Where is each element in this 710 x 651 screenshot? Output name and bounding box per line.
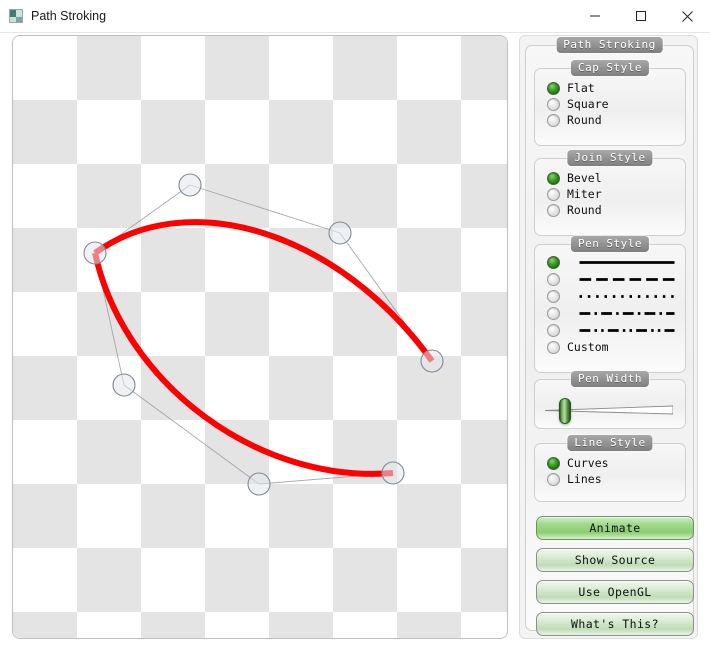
bezier-path-editor[interactable]	[13, 36, 507, 638]
button-use-opengl[interactable]: Use OpenGL	[536, 580, 694, 604]
app-icon	[9, 9, 23, 23]
radio-unchecked-icon	[547, 289, 560, 303]
radio-cap-style-round[interactable]: Round	[547, 112, 602, 128]
pen-pattern-solid	[579, 260, 675, 264]
radio-checked-icon	[547, 456, 560, 470]
button-label: Animate	[589, 521, 641, 535]
radio-pen-style-solid[interactable]	[547, 254, 687, 270]
pen-pattern-dash-dot-dot	[579, 328, 675, 332]
radio-label: Round	[567, 203, 602, 217]
bezier-curve	[92, 219, 435, 477]
group-pen-width: Pen Width	[534, 371, 686, 429]
radio-unchecked-icon	[547, 113, 560, 127]
group-title-pen-width: Pen Width	[570, 371, 650, 387]
radio-line-style-lines[interactable]: Lines	[547, 471, 602, 487]
stroked-path	[92, 219, 435, 477]
close-icon	[681, 10, 693, 22]
control-point-2[interactable]	[328, 221, 352, 245]
radio-unchecked-icon	[547, 472, 560, 486]
radio-label: Miter	[567, 187, 602, 201]
title-bar: Path Stroking	[0, 0, 710, 33]
radio-unchecked-icon	[547, 203, 560, 217]
radio-checked-icon	[547, 171, 560, 185]
control-line	[123, 384, 260, 485]
window-title: Path Stroking	[31, 9, 107, 23]
radio-join-style-miter[interactable]: Miter	[547, 186, 602, 202]
radio-unchecked-icon	[547, 306, 560, 320]
application-window: Path Stroking Path Stroking Cap Style Fl…	[0, 0, 710, 651]
group-title-pen-style: Pen Style	[570, 236, 650, 252]
group-cap-style: Cap Style Flat Square Round	[534, 60, 686, 146]
close-button[interactable]	[664, 0, 710, 32]
control-point-4[interactable]	[112, 373, 136, 397]
radio-unchecked-icon	[547, 272, 560, 286]
radio-label: Square	[567, 97, 609, 111]
radio-label: Lines	[567, 472, 602, 486]
radio-label: Round	[567, 113, 602, 127]
group-title-path-stroking: Path Stroking	[556, 37, 663, 53]
button-what-s-this[interactable]: What's This?	[536, 612, 694, 636]
group-title-cap-style: Cap Style	[570, 60, 650, 76]
radio-label: Flat	[567, 81, 595, 95]
button-label: Show Source	[574, 553, 656, 567]
control-point-1[interactable]	[178, 173, 202, 197]
maximize-button[interactable]	[618, 0, 664, 32]
radio-unchecked-icon	[547, 323, 560, 337]
radio-label: Custom	[567, 340, 609, 354]
radio-cap-style-square[interactable]: Square	[547, 96, 609, 112]
radio-unchecked-icon	[547, 187, 560, 201]
button-label: What's This?	[571, 617, 659, 631]
pen-pattern-dash	[579, 277, 675, 281]
minimize-icon	[590, 15, 600, 17]
radio-line-style-curves[interactable]: Curves	[547, 455, 609, 471]
radio-pen-style-dash[interactable]	[547, 271, 687, 287]
radio-checked-icon	[547, 81, 560, 95]
group-title-line-style: Line Style	[567, 435, 653, 451]
control-point-5[interactable]	[247, 472, 271, 496]
group-pen-style: Pen Style Custom	[534, 236, 687, 373]
radio-join-style-bevel[interactable]: Bevel	[547, 170, 602, 186]
pen-pattern-dot	[579, 294, 675, 298]
radio-cap-style-flat[interactable]: Flat	[547, 80, 595, 96]
radio-join-style-round[interactable]: Round	[547, 202, 602, 218]
slider-handle[interactable]	[559, 398, 571, 424]
button-label: Use OpenGL	[578, 585, 652, 599]
radio-pen-style-custom[interactable]: Custom	[547, 339, 609, 355]
path-stroking-canvas[interactable]	[12, 35, 508, 639]
radio-unchecked-icon	[547, 97, 560, 111]
controls-panel: Path Stroking Cap Style Flat Square Round Jo…	[519, 35, 698, 639]
radio-checked-icon	[547, 255, 560, 269]
radio-label: Curves	[567, 456, 609, 470]
minimize-button[interactable]	[572, 0, 618, 32]
radio-pen-style-dot[interactable]	[547, 288, 687, 304]
group-line-style: Line Style Curves Lines	[534, 435, 686, 502]
control-point-0[interactable]	[83, 241, 107, 265]
radio-label: Bevel	[567, 171, 602, 185]
control-point-3[interactable]	[420, 349, 444, 373]
maximize-icon	[636, 11, 646, 21]
radio-pen-style-dash-dot-dot[interactable]	[547, 322, 687, 338]
radio-unchecked-icon	[547, 340, 560, 354]
group-title-join-style: Join Style	[567, 150, 653, 166]
pen-width-slider[interactable]	[545, 397, 673, 424]
group-path-stroking: Path Stroking Cap Style Flat Square Round Jo…	[525, 37, 694, 636]
button-animate[interactable]: Animate	[536, 516, 694, 540]
radio-pen-style-dash-dot[interactable]	[547, 305, 687, 321]
pen-pattern-dash-dot	[579, 311, 675, 315]
group-join-style: Join Style Bevel Miter Round	[534, 150, 686, 236]
button-show-source[interactable]: Show Source	[536, 548, 694, 572]
control-point-6[interactable]	[381, 461, 405, 485]
